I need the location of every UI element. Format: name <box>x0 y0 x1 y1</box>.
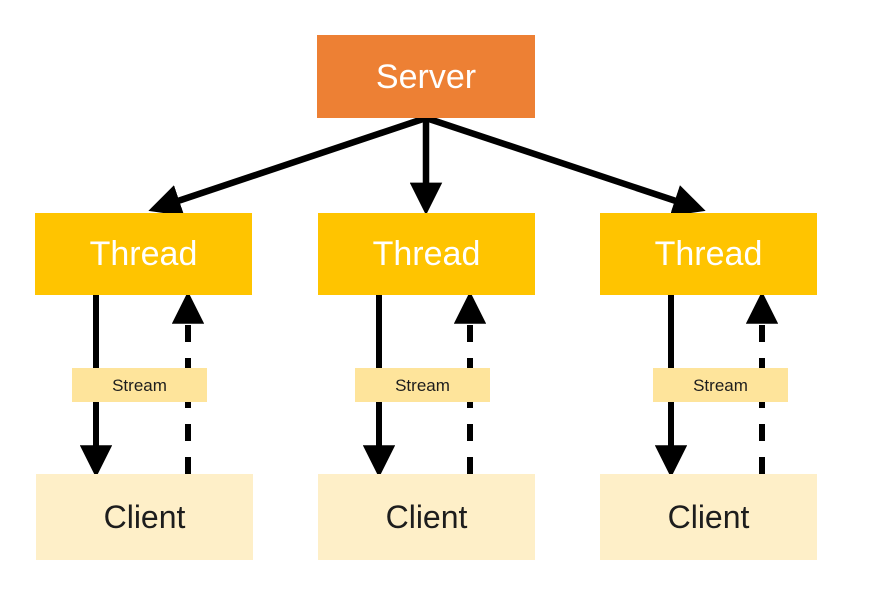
node-client-right-label: Client <box>667 499 750 535</box>
label-stream-center-text: Stream <box>395 375 450 395</box>
node-server-label: Server <box>375 57 477 96</box>
edge-server-to-thread-right <box>424 114 706 217</box>
architecture-diagram: Server Thread Thread Thread Stream Strea… <box>0 0 880 596</box>
node-thread-right[interactable]: Thread <box>600 213 817 295</box>
edge-server-to-thread-left <box>148 114 428 216</box>
node-thread-right-label: Thread <box>654 235 763 273</box>
label-stream-left-text: Stream <box>112 375 167 395</box>
node-thread-left[interactable]: Thread <box>35 213 252 295</box>
node-client-left-label: Client <box>103 499 186 535</box>
node-client-center-label: Client <box>385 499 468 535</box>
label-stream-right-text: Stream <box>693 375 748 395</box>
server-to-threads-edges <box>148 114 706 217</box>
label-stream-right[interactable]: Stream <box>653 368 788 402</box>
label-stream-left[interactable]: Stream <box>72 368 207 402</box>
node-client-left[interactable]: Client <box>36 474 253 560</box>
node-server[interactable]: Server <box>317 35 535 118</box>
node-thread-center-label: Thread <box>372 235 481 273</box>
node-client-center[interactable]: Client <box>318 474 535 560</box>
node-thread-left-label: Thread <box>89 235 198 273</box>
node-thread-center[interactable]: Thread <box>318 213 535 295</box>
label-stream-center[interactable]: Stream <box>355 368 490 402</box>
node-client-right[interactable]: Client <box>600 474 817 560</box>
